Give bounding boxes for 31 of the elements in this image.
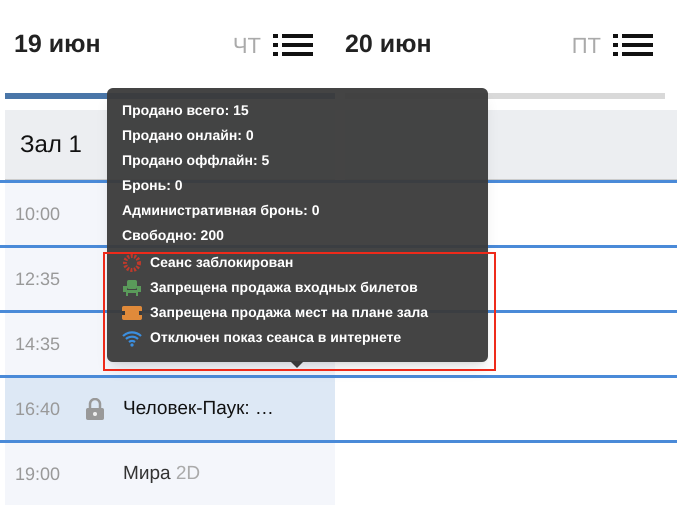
flag-label: Отключен показ сеанса в интернете [150,328,402,347]
session-time: 12:35 [14,268,62,290]
stat-line: Свободно: 200 [122,226,224,245]
session-cell[interactable]: 19:00 Мира 2D [5,443,335,505]
flag-label: Запрещена продажа входных билетов [150,278,418,297]
weekday-label: ЧТ [232,32,261,60]
seats-icon [122,304,142,322]
stat-line: Продано оффлайн: 5 [122,151,270,170]
chair-icon [122,278,142,296]
stat-line: Административная бронь: 0 [122,201,320,220]
list-icon[interactable] [613,32,655,58]
wifi-icon [122,328,142,346]
list-icon[interactable] [273,32,315,58]
lock-icon [85,398,105,420]
hall-name: Зал 1 [20,130,82,160]
session-title: Мира 2D [123,462,200,486]
flag-label: Запрещена продажа мест на плане зала [150,303,428,322]
session-cell[interactable]: 16:40 Человек-Паук: … [5,378,335,440]
stat-line: Бронь: 0 [122,176,183,195]
session-time: 10:00 [14,202,62,226]
session-time: 14:35 [14,332,62,356]
weekday-label: ПТ [572,32,601,60]
stat-line: Продано всего: 15 [122,101,249,120]
session-title: Человек-Паук: … [123,396,274,421]
day-date: 20 июн [345,29,433,60]
session-time: 19:00 [14,462,62,486]
flag-label: Сеанс заблокирован [150,253,294,272]
day-date: 19 июн [14,29,102,60]
stat-line: Продано онлайн: 0 [122,126,254,145]
blocked-icon [122,254,142,272]
session-time: 16:40 [14,398,62,420]
